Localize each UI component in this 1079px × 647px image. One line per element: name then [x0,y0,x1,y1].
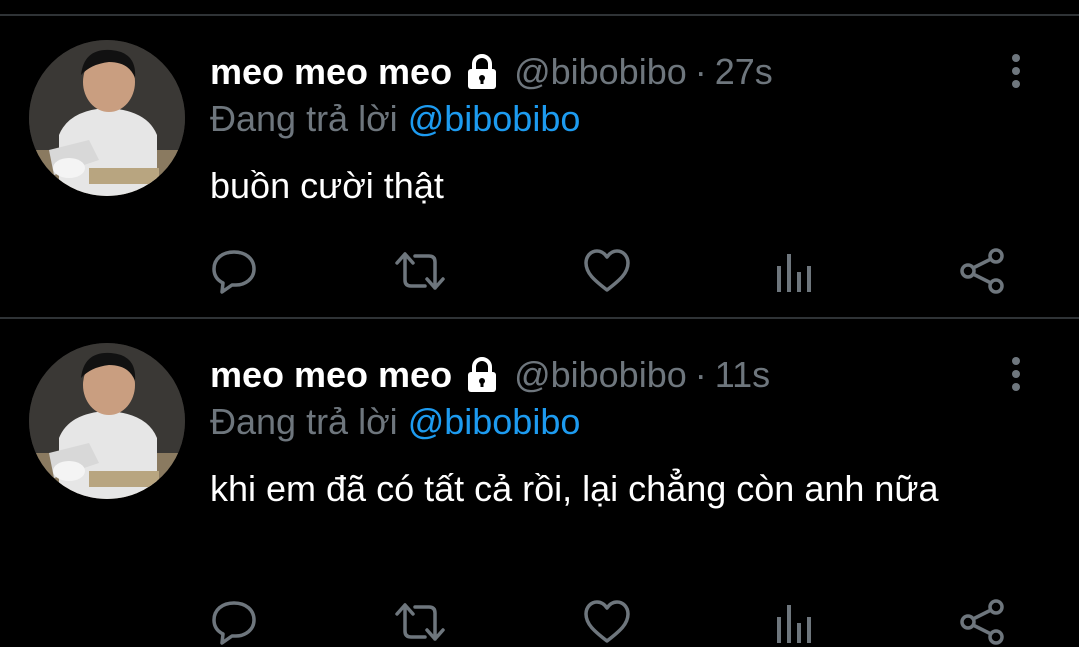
lock-icon [462,52,502,92]
display-name[interactable]: meo meo meo [210,354,452,396]
more-options-button[interactable] [1000,52,1032,92]
share-icon [960,248,1004,294]
analytics-icon [777,605,811,643]
user-handle[interactable]: @bibobibo [514,51,687,93]
reply-icon [212,250,256,294]
avatar[interactable] [29,40,185,196]
retweet-button[interactable] [394,597,445,647]
share-button[interactable] [958,597,1008,647]
separator-dot: · [694,354,707,395]
share-button[interactable] [958,246,1008,296]
reply-button[interactable] [210,597,260,647]
timestamp[interactable]: 27s [715,51,773,93]
analytics-icon [777,254,811,292]
replying-to: Đang trả lời @bibobibo [210,401,580,443]
mention-link[interactable]: @bibobibo [408,98,581,139]
reply-icon [212,601,256,645]
tweet-header: meo meo meo @bibobibo · 11s [210,353,770,397]
reply-button[interactable] [210,246,260,296]
more-options-button[interactable] [1000,355,1032,395]
like-button[interactable] [582,246,632,296]
like-button[interactable] [582,597,632,647]
lock-icon [462,355,502,395]
retweet-icon [395,603,445,641]
display-name[interactable]: meo meo meo [210,51,452,93]
replying-prefix: Đang trả lời [210,401,398,442]
tweet-actions [210,597,1030,647]
top-divider [0,14,1079,16]
timestamp[interactable]: 11s [715,354,770,396]
like-icon [584,600,630,643]
tweet-header: meo meo meo @bibobibo · 27s [210,50,773,94]
analytics-button[interactable] [772,597,822,647]
retweet-icon [395,252,445,290]
analytics-button[interactable] [772,246,822,296]
share-icon [960,599,1004,645]
mention-link[interactable]: @bibobibo [408,401,581,442]
like-icon [584,249,630,292]
retweet-button[interactable] [394,246,445,296]
tweet-text: buồn cười thật [210,165,444,206]
more-vertical-icon [1012,54,1020,88]
separator-dot: · [694,51,707,92]
more-vertical-icon [1012,357,1020,391]
avatar[interactable] [29,343,185,499]
tweet-text: khi em đã có tất cả rồi, lại chẳng còn a… [210,468,939,509]
replying-to: Đang trả lời @bibobibo [210,98,580,140]
tweet-actions [210,246,1030,296]
replying-prefix: Đang trả lời [210,98,398,139]
user-handle[interactable]: @bibobibo [514,354,687,396]
tweet-divider [0,317,1079,319]
